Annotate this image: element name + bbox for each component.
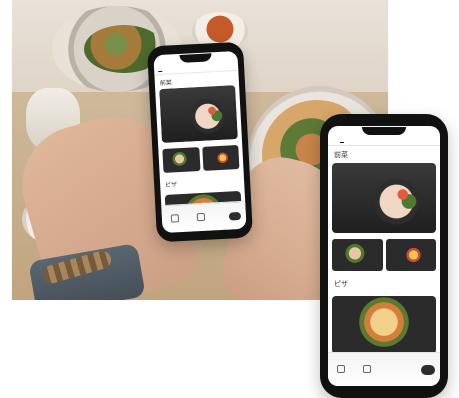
tab[interactable]: [364, 138, 368, 143]
section-title-2: ピザ: [165, 181, 178, 189]
tab[interactable]: [158, 66, 163, 73]
tab[interactable]: [166, 66, 170, 71]
dish-thumbnail: [162, 147, 201, 173]
menu-grid: [158, 143, 243, 177]
order-button[interactable]: [421, 364, 435, 375]
order-button[interactable]: [228, 211, 242, 221]
hero-dish-image[interactable]: [159, 85, 238, 143]
smartphone-large: 前菜 ピザ: [320, 114, 448, 398]
smartphone-small: 前菜 ピザ: [146, 41, 254, 243]
user-icon: [196, 212, 206, 222]
menu-icon: [337, 365, 345, 373]
phone-notch: [362, 127, 406, 135]
nav-item[interactable]: [167, 214, 183, 224]
bottom-bar: [328, 352, 440, 386]
bottom-nav: [333, 365, 375, 374]
dish-thumbnail: [332, 239, 383, 271]
nav-item[interactable]: [359, 365, 375, 374]
menu-grid: [328, 237, 440, 275]
bottom-bar: [161, 200, 247, 234]
nav-item[interactable]: [193, 212, 209, 223]
menu-item[interactable]: [332, 239, 383, 273]
tab[interactable]: [332, 138, 336, 143]
hero-dish-image[interactable]: [332, 163, 436, 233]
nav-label: [167, 223, 183, 224]
tab[interactable]: [174, 66, 178, 71]
menu-icon: [170, 214, 180, 223]
category-tabs: [328, 136, 440, 146]
phone-screen: 前菜 ピザ: [153, 50, 247, 234]
dish-label: [332, 271, 383, 273]
tab[interactable]: [356, 138, 360, 143]
dish-thumbnail: [385, 239, 436, 271]
tab[interactable]: [182, 66, 186, 71]
menu-item[interactable]: [162, 147, 201, 175]
phone-screen: 前菜 ピザ: [328, 126, 440, 386]
menu-item[interactable]: [201, 145, 240, 173]
bottom-nav: [167, 212, 209, 224]
dish-label: [386, 271, 437, 273]
tab[interactable]: [190, 65, 194, 70]
status-bar: [328, 126, 440, 136]
section-title-2: ピザ: [334, 280, 348, 288]
section-title: 前菜: [334, 151, 348, 159]
tab[interactable]: [340, 138, 344, 143]
menu-item[interactable]: [385, 239, 437, 273]
tab[interactable]: [348, 138, 352, 143]
nav-label: [193, 222, 209, 223]
dish-thumbnail: [201, 145, 240, 171]
nav-item[interactable]: [333, 365, 349, 374]
pizza-image[interactable]: [332, 296, 436, 354]
user-icon: [363, 365, 371, 373]
